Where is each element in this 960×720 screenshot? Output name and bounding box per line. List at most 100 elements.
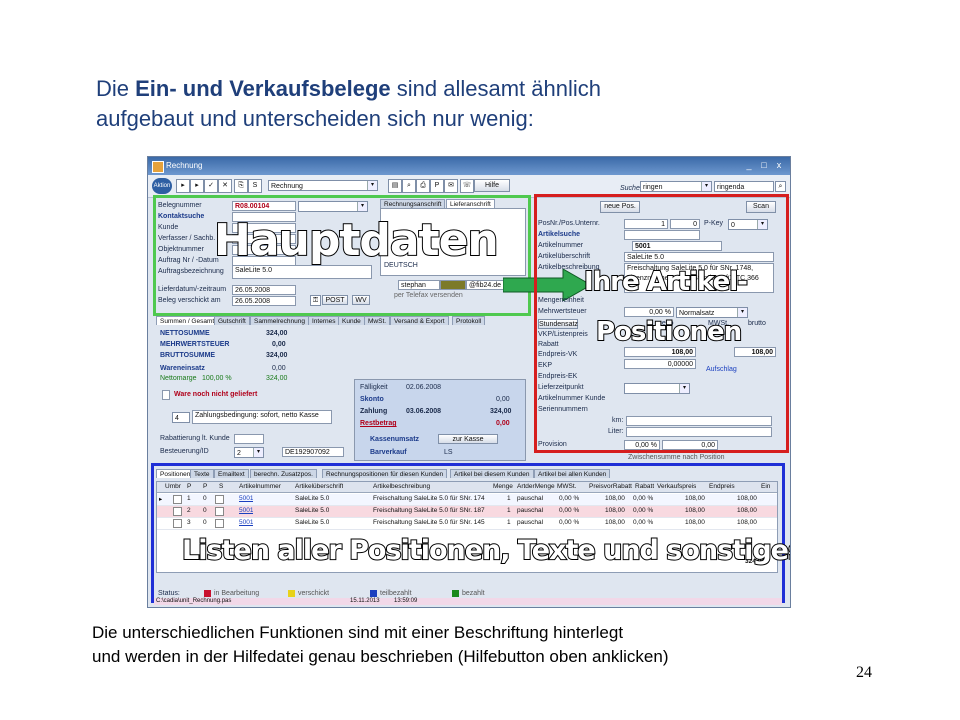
besteuerung-select[interactable]: 2 ▾ (234, 447, 264, 458)
s-icon[interactable]: S (248, 179, 262, 193)
fax-icon[interactable]: ☏ (460, 179, 474, 193)
artikelnummer-field[interactable]: 5001 (632, 241, 722, 251)
faelligkeit-value: 02.06.2008 (406, 384, 442, 391)
search-field-2[interactable]: ringenda (714, 181, 774, 192)
label-belegnummer: Belegnummer (158, 202, 202, 209)
scan-button[interactable]: Scan (746, 201, 776, 213)
row-checkbox[interactable] (173, 495, 182, 504)
tab-emailtext[interactable]: Emailtext (214, 469, 249, 478)
zahlung-code-value: 4 (175, 415, 179, 422)
table-row[interactable]: 2 0 5001 SaleLite 5.0 Freischaltung Sale… (157, 506, 777, 518)
ware-checkbox[interactable] (162, 390, 170, 400)
provision-pct-field[interactable]: 0,00 % (624, 440, 660, 450)
tab-artikel-kunde[interactable]: Artikel bei diesem Kunden (450, 469, 534, 478)
beleg-verschickt-field[interactable]: 26.05.2008 (232, 296, 296, 306)
document-type-select[interactable]: Rechnung ▾ (268, 180, 378, 191)
tab-texte[interactable]: Texte (190, 469, 214, 478)
tab-protokoll[interactable]: Protokoll (452, 316, 486, 325)
wv-button[interactable]: WV (352, 295, 370, 305)
tab-zusatzpos[interactable]: berechn. Zusatzpos. (250, 469, 317, 478)
row-checkbox[interactable] (173, 519, 182, 528)
copy-icon[interactable]: ⎘ (234, 179, 248, 193)
close-button[interactable]: x (774, 160, 784, 170)
skonto-label: Skonto (360, 396, 384, 403)
liter-field[interactable] (626, 427, 772, 437)
belegnummer-select[interactable]: ▾ (298, 201, 368, 212)
help-button[interactable]: Hilfe (474, 179, 510, 192)
pkey-select[interactable]: 0 ▾ (728, 219, 768, 230)
table-row[interactable]: 3 0 5001 SaleLite 5.0 Freischaltung Sale… (157, 518, 777, 530)
vk-brutto-field[interactable]: 108,00 (734, 347, 776, 357)
cancel-icon[interactable]: ✕ (218, 179, 232, 193)
invoice-window: Rechnung _ □ x Aktion ▸ ▸ ✓ ✕ ⎘ S Rechnu… (147, 156, 791, 608)
tab-rechnungsanschrift[interactable]: Rechnungsanschrift (380, 199, 446, 208)
zahlung-code-select[interactable]: 4 (172, 412, 190, 423)
check-icon[interactable]: ✓ (204, 179, 218, 193)
unternr-field[interactable]: 0 (670, 219, 700, 229)
ust-id-field[interactable]: DE192907092 (282, 447, 344, 457)
row-cell[interactable]: 5001 (239, 519, 253, 526)
posnr-field[interactable]: 1 (624, 219, 668, 229)
belegnummer-field[interactable]: R08.00104 (232, 201, 296, 211)
row-cell: 3 (187, 519, 191, 526)
row-cell: SaleLite 5.0 (295, 495, 330, 502)
path-bar: C:\cadia\unit_Rechnung.pas 15.11.2013 13… (154, 598, 782, 605)
auftragsbezeichnung-field[interactable]: SaleLite 5.0 (232, 265, 372, 279)
next-icon[interactable]: ▸ (176, 179, 190, 193)
maximize-button[interactable]: □ (759, 160, 769, 170)
row-cell: 0,00 % (559, 519, 580, 526)
provision-field[interactable]: 0,00 (662, 440, 718, 450)
artikelsuche-field[interactable] (624, 230, 700, 240)
kasse-button[interactable]: zur Kasse (438, 434, 498, 444)
search-field-2-value: ringenda (717, 184, 745, 191)
row-checkbox[interactable] (215, 519, 224, 528)
table-row[interactable]: ▸ 1 0 5001 SaleLite 5.0 Freischaltung Sa… (157, 494, 777, 506)
mwst-field[interactable]: 0,00 % (624, 307, 674, 317)
tab-artikel-alle[interactable]: Artikel bei allen Kunden (534, 469, 611, 478)
tab-rechnungspositionen[interactable]: Rechnungspositionen für diesen Kunden (322, 469, 448, 478)
email-domain-field[interactable]: @fib24.de (466, 280, 506, 290)
lieferzeitpunkt-select[interactable]: ▾ (624, 383, 690, 394)
post-button[interactable]: POST (322, 295, 348, 305)
pdf-icon[interactable]: P (430, 179, 444, 193)
tab-lieferanschrift[interactable]: Lieferanschrift (446, 199, 495, 208)
ueberschrift-field[interactable]: SaleLite 5.0 (624, 252, 774, 262)
lock-icon[interactable]: ⚿ (310, 295, 321, 306)
zahlung-text-field[interactable]: Zahlungsbedingung: sofort, netto Kasse (192, 410, 332, 424)
rabattierung-field[interactable] (234, 434, 264, 444)
tab-mwst[interactable]: MwSt. (364, 316, 391, 325)
row-cell[interactable]: 5001 (239, 495, 253, 502)
lieferdatum-field[interactable]: 26.05.2008 (232, 285, 296, 295)
tab-internes[interactable]: Internes (308, 316, 340, 325)
email-user-field[interactable]: stephan (398, 280, 440, 290)
tab-versand[interactable]: Versand & Export (390, 316, 449, 325)
stundensatz-button[interactable]: Stundensatz (538, 319, 578, 329)
rabattierung-label: Rabattierung lt. Kunde (160, 435, 230, 442)
tab-summen[interactable]: Summen / Gesamt (156, 316, 219, 325)
row-checkbox[interactable] (173, 507, 182, 516)
tab-gutschrift[interactable]: Gutschrift (214, 316, 250, 325)
km-field[interactable] (626, 416, 772, 426)
action-button[interactable]: Aktion (152, 178, 172, 194)
tab-sammelrechnung[interactable]: Sammelrechnung (250, 316, 309, 325)
slide-caption: Die unterschiedlichen Funktionen sind mi… (92, 621, 832, 669)
row-checkbox[interactable] (215, 507, 224, 516)
new-position-button[interactable]: neue Pos. (600, 201, 640, 213)
email-icon[interactable]: ✉ (444, 179, 458, 193)
search-field-1[interactable]: ringen ▾ (640, 181, 712, 192)
row-cell[interactable]: 5001 (239, 507, 253, 514)
label-endpreis-vk: Endpreis-VK (538, 351, 578, 358)
row-checkbox[interactable] (215, 495, 224, 504)
preview-icon[interactable]: ▤ (388, 179, 402, 193)
minimize-button[interactable]: _ (744, 160, 754, 170)
wv-label: WV (355, 297, 367, 304)
last-icon[interactable]: ▸ (190, 179, 204, 193)
print-icon[interactable]: ⎙ (416, 179, 430, 193)
tab-positionen[interactable]: Positionen (156, 469, 195, 478)
tab-kunde[interactable]: Kunde (338, 316, 365, 325)
ekp-field[interactable]: 0,00000 (624, 359, 696, 369)
binoculars-icon[interactable]: ⌕ (775, 181, 786, 192)
search-icon[interactable]: ⌕ (402, 179, 416, 193)
help-label: Hilfe (484, 182, 499, 189)
vk-netto-field[interactable]: 108,00 (624, 347, 696, 357)
